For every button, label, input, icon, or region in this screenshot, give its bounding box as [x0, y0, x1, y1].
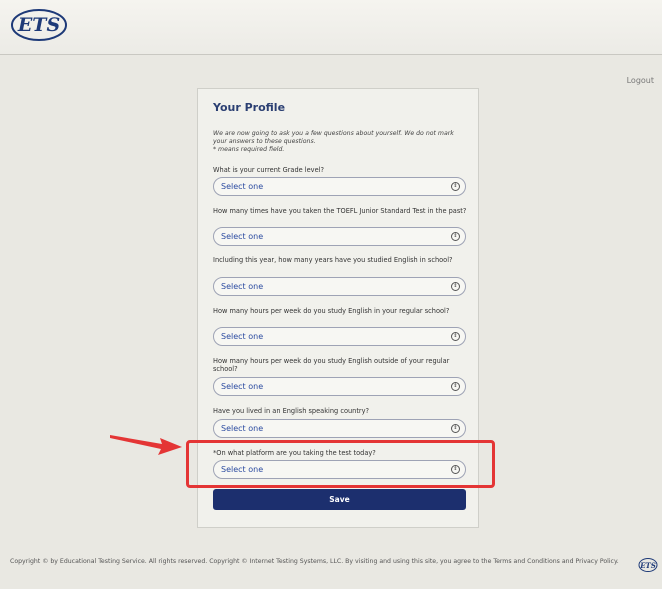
question-hours-outside-label: How many hours per week do you study Eng…: [213, 357, 450, 373]
hours-regular-select[interactable]: Select one ⇕: [213, 327, 466, 346]
select-arrows-icon: ⇕: [451, 232, 460, 241]
page-title: Your Profile: [213, 101, 286, 114]
question-years-english-label: Including this year, how many years have…: [213, 256, 453, 264]
top-header: ETS: [0, 0, 662, 55]
lived-abroad-select[interactable]: Select one ⇕: [213, 419, 466, 438]
footer-logo-text: ETS: [640, 560, 656, 570]
save-button[interactable]: Save: [213, 489, 466, 510]
select-value: Select one: [221, 332, 264, 341]
select-value: Select one: [221, 424, 264, 433]
footer-ets-logo: ETS: [638, 557, 658, 573]
question-hours-regular-label: How many hours per week do you study Eng…: [213, 307, 450, 315]
select-value: Select one: [221, 382, 264, 391]
ets-logo-text: ETS: [17, 14, 61, 36]
toefl-times-select[interactable]: Select one ⇕: [213, 227, 466, 246]
highlight-box: [186, 440, 495, 488]
question-lived-abroad-label: Have you lived in an English speaking co…: [213, 407, 370, 415]
logout-link[interactable]: Logout: [627, 76, 654, 85]
question-grade-label: What is your current Grade level?: [213, 166, 324, 174]
years-english-select[interactable]: Select one ⇕: [213, 277, 466, 296]
select-value: Select one: [221, 232, 264, 241]
grade-level-select[interactable]: Select one ⇕: [213, 177, 466, 196]
footer-copyright: Copyright © by Educational Testing Servi…: [10, 558, 619, 565]
select-arrows-icon: ⇕: [451, 332, 460, 341]
ets-logo: ETS: [10, 8, 68, 42]
hours-outside-select[interactable]: Select one ⇕: [213, 377, 466, 396]
red-arrow-icon: [106, 430, 186, 460]
select-arrows-icon: ⇕: [451, 424, 460, 433]
required-note: * means required field.: [213, 146, 285, 153]
select-value: Select one: [221, 282, 264, 291]
intro-description: We are now going to ask you a few questi…: [213, 130, 454, 145]
select-value: Select one: [221, 182, 264, 191]
select-arrows-icon: ⇕: [451, 382, 460, 391]
select-arrows-icon: ⇕: [451, 282, 460, 291]
select-arrows-icon: ⇕: [451, 182, 460, 191]
intro-text: We are now going to ask you a few questi…: [213, 130, 463, 154]
question-toefl-times-label: How many times have you taken the TOEFL …: [213, 207, 467, 215]
